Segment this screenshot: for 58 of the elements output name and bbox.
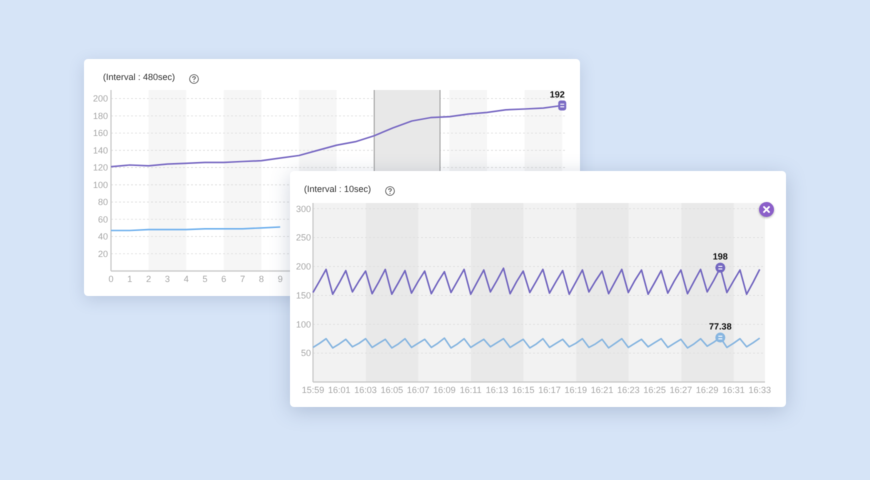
x-tick-label: 5 [202, 274, 208, 284]
x-tick-label: 8 [258, 274, 264, 284]
help-icon[interactable] [189, 74, 200, 84]
x-tick-label: 16:23 [617, 385, 640, 395]
y-tick-label: 140 [92, 145, 108, 156]
band-edge-line[interactable] [440, 90, 441, 172]
x-tick-label: 16:21 [590, 385, 614, 395]
y-tick-label: 200 [296, 262, 311, 272]
value-label: 77.38 [709, 322, 732, 332]
x-tick-label: 3 [164, 274, 170, 284]
y-tick-label: 100 [296, 319, 311, 330]
x-tick-label: 16:07 [406, 385, 430, 395]
y-tick-label: 50 [300, 348, 311, 358]
x-tick-label: 16:09 [433, 385, 456, 395]
x-tick-label: 16:13 [486, 385, 508, 395]
y-tick-label: 150 [296, 290, 311, 300]
x-tick-label: 9 [278, 274, 283, 284]
x-tick-label: 2 [146, 274, 152, 284]
x-tick-label: 16:19 [564, 385, 588, 395]
y-tick-label: 40 [98, 232, 108, 242]
data-marker[interactable] [715, 332, 726, 343]
x-tick-label: 16:31 [722, 385, 745, 395]
y-tick-label: 180 [92, 110, 108, 121]
value-label: 198 [712, 252, 728, 262]
y-tick-label: 120 [92, 162, 108, 173]
chart-title: (Interval : 480sec) [103, 73, 176, 84]
chart-title: (Interval : 10sec) [304, 185, 372, 196]
x-tick-label: 15:59 [302, 385, 324, 395]
value-label: 192 [550, 90, 565, 100]
y-tick-label: 20 [98, 248, 108, 259]
x-tick-label: 16:29 [696, 385, 718, 395]
x-tick-label: 4 [184, 274, 189, 284]
x-tick-label: 16:27 [670, 385, 692, 395]
y-tick-label: 100 [92, 180, 108, 190]
close-button[interactable] [759, 202, 774, 217]
x-tick-label: 16:15 [512, 385, 534, 395]
selection-band[interactable] [374, 90, 440, 171]
data-marker[interactable] [715, 262, 726, 273]
x-tick-label: 1 [127, 274, 132, 284]
x-tick-label: 16:01 [328, 385, 351, 395]
x-tick-label: 16:17 [538, 385, 561, 395]
x-tick-label: 0 [108, 274, 114, 284]
x-tick-label: 16:05 [380, 385, 404, 395]
help-icon[interactable] [385, 186, 396, 196]
close-icon [763, 206, 770, 213]
y-tick-label: 80 [98, 197, 108, 208]
y-tick-label: 160 [92, 128, 108, 138]
x-tick-label: 16:25 [643, 385, 666, 395]
x-tick-label: 7 [240, 274, 246, 284]
y-tick-label: 250 [296, 232, 311, 243]
x-tick-label: 16:03 [354, 385, 377, 395]
x-tick-label: 16:11 [460, 385, 482, 395]
x-tick-label: 6 [221, 274, 226, 284]
y-tick-label: 60 [98, 214, 108, 224]
x-tick-label: 16:33 [748, 385, 771, 395]
data-marker[interactable] [558, 100, 566, 111]
y-tick-label: 300 [296, 204, 311, 214]
y-tick-label: 200 [92, 94, 108, 104]
